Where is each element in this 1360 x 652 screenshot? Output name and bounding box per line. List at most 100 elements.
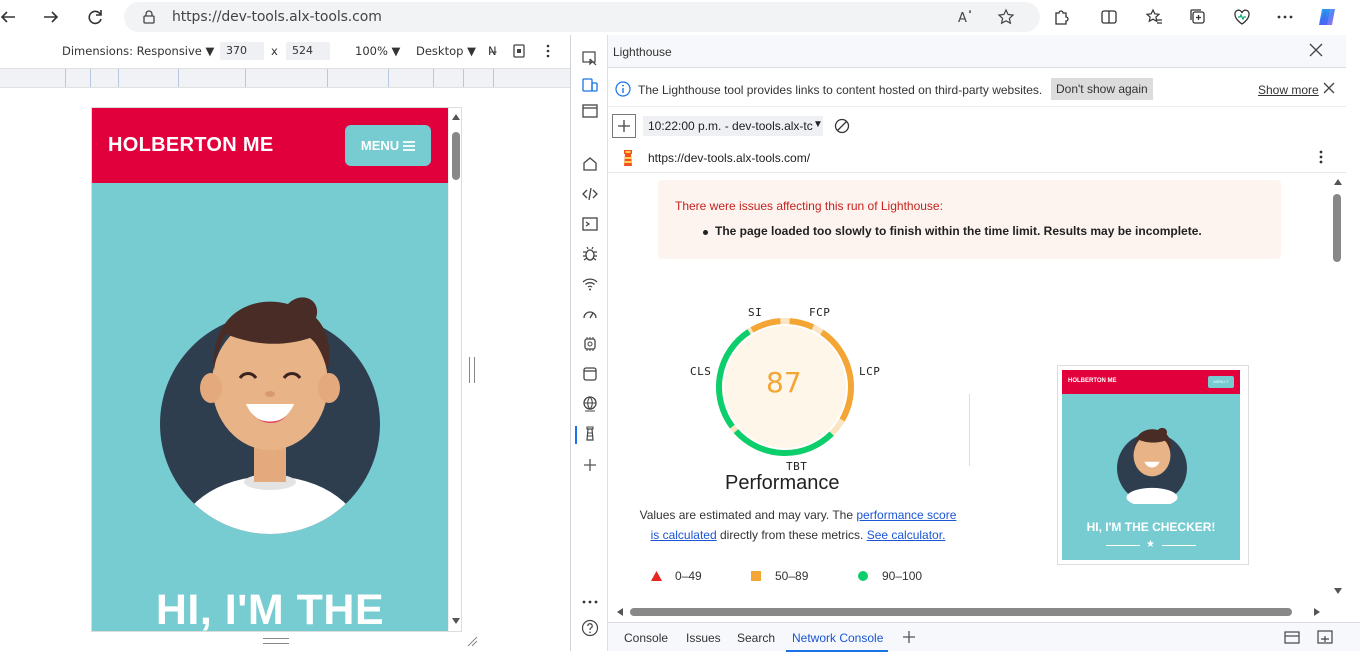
active-tool-indicator — [575, 426, 577, 444]
device-more-icon[interactable] — [541, 43, 555, 59]
width-input[interactable]: 370 — [220, 42, 264, 60]
favorites-icon[interactable] — [1140, 4, 1168, 30]
close-panel-icon[interactable] — [1309, 43, 1323, 57]
report-url: https://dev-tools.alx-tools.com/ — [648, 151, 811, 165]
emulated-page: HOLBERTON ME MENU HI, I'M THE — [91, 107, 462, 632]
resize-handle-right[interactable] — [469, 357, 475, 383]
address-bar[interactable]: https://dev-tools.alx-tools.com A — [124, 2, 1040, 32]
more-options-icon[interactable] — [1271, 4, 1299, 30]
tab-console[interactable]: Console — [624, 631, 668, 645]
read-aloud-icon[interactable]: A — [958, 9, 976, 25]
url-text[interactable]: https://dev-tools.alx-tools.com — [172, 9, 382, 25]
browser-essentials-icon[interactable] — [1228, 4, 1256, 30]
height-input[interactable]: 524 — [286, 42, 330, 60]
rotate-icon[interactable] — [512, 43, 526, 59]
network-wifi-icon[interactable] — [580, 274, 600, 294]
menu-label: MENU — [360, 138, 400, 153]
hero-heading: HI, I'M THE — [155, 586, 385, 632]
final-screenshot[interactable]: HOLBERTON ME MENU ≡ HI, I'M THE CHECKER!… — [1057, 365, 1249, 565]
scroll-right-icon[interactable] — [1314, 608, 1320, 616]
dock-drawer-icon[interactable] — [1284, 630, 1300, 644]
device-type-select[interactable]: Desktop ▼ — [416, 44, 476, 58]
scroll-thumb[interactable] — [1333, 194, 1341, 262]
tab-network-console[interactable]: Network Console — [792, 631, 883, 645]
scroll-left-icon[interactable] — [617, 608, 623, 616]
collapse-drawer-icon[interactable] — [1317, 630, 1333, 644]
dont-show-again-button[interactable]: Don't show again — [1051, 78, 1153, 100]
inspect-element-icon[interactable] — [580, 49, 600, 69]
performance-score-link[interactable]: performance score — [856, 508, 956, 522]
fail-triangle-icon — [651, 571, 662, 581]
forward-icon[interactable] — [37, 4, 65, 30]
is-calculated-link[interactable]: is calculated — [651, 528, 717, 542]
copilot-icon[interactable] — [1313, 4, 1341, 30]
page-scrollbar[interactable] — [448, 108, 461, 631]
scroll-up-icon[interactable] — [452, 114, 460, 120]
add-tool-icon[interactable] — [580, 455, 600, 475]
tab-search[interactable]: Search — [737, 631, 775, 645]
dimensions-select[interactable]: Dimensions: Responsive ▼ — [62, 44, 214, 58]
clear-reports-icon[interactable] — [834, 118, 850, 134]
device-type-label: Desktop — [416, 44, 464, 58]
favorite-star-icon[interactable] — [997, 8, 1015, 26]
refresh-icon[interactable] — [81, 4, 109, 30]
legend-label: 90–100 — [882, 569, 923, 583]
lock-icon[interactable] — [142, 10, 156, 24]
add-tab-icon[interactable] — [902, 630, 916, 644]
info-icon — [615, 81, 631, 97]
more-tools-icon[interactable] — [580, 592, 600, 612]
dimension-separator: x — [271, 44, 278, 58]
device-emulation-icon[interactable] — [580, 75, 600, 95]
back-icon[interactable] — [0, 4, 22, 30]
screenshot-avatar — [1117, 427, 1187, 504]
drawer-tabbar: Console Issues Search Network Console — [608, 622, 1360, 652]
sources-bug-icon[interactable] — [580, 244, 600, 264]
tab-issues[interactable]: Issues — [686, 631, 721, 645]
extensions-icon[interactable] — [1047, 4, 1075, 30]
memory-chip-icon[interactable] — [580, 334, 600, 354]
split-screen-icon[interactable] — [1095, 4, 1123, 30]
score-note-line1: Values are estimated and may vary. The p… — [628, 508, 968, 522]
legend-label: 50–89 — [775, 569, 809, 583]
show-more-link[interactable]: Show more — [1258, 83, 1319, 97]
home-icon[interactable] — [580, 154, 600, 174]
resize-corner-icon[interactable] — [466, 635, 478, 647]
new-report-button[interactable] — [612, 114, 636, 138]
scroll-up-icon[interactable] — [1334, 179, 1342, 185]
performance-icon[interactable] — [580, 304, 600, 324]
bullet — [703, 230, 708, 235]
divider — [1162, 545, 1196, 546]
page-brand: HOLBERTON ME — [108, 134, 274, 156]
note-text: directly from these metrics. — [716, 528, 867, 542]
average-square-icon — [751, 571, 761, 581]
console-icon[interactable] — [580, 214, 600, 234]
welcome-icon[interactable] — [580, 101, 600, 121]
elements-icon[interactable] — [580, 184, 600, 204]
throttling-select[interactable]: N̶ — [488, 44, 497, 58]
lighthouse-icon[interactable] — [580, 424, 600, 444]
report-menu-icon[interactable] — [1318, 149, 1324, 165]
hamburger-icon — [403, 140, 416, 151]
screenshot-page: HOLBERTON ME MENU ≡ HI, I'M THE CHECKER!… — [1062, 370, 1240, 560]
resize-handle-bottom[interactable] — [263, 638, 289, 644]
dropdown-caret-icon: ▼ — [205, 44, 215, 58]
scroll-down-icon[interactable] — [452, 618, 460, 624]
see-calculator-link[interactable]: See calculator. — [867, 528, 946, 542]
report-vertical-scrollbar[interactable] — [1331, 174, 1345, 604]
scroll-thumb[interactable] — [452, 132, 460, 180]
report-select[interactable]: 10:22:00 p.m. - dev-tools.alx-tc — [643, 116, 823, 136]
zoom-select[interactable]: 100% ▼ — [355, 44, 400, 58]
menu-button[interactable]: MENU — [345, 125, 431, 166]
run-warnings-box: There were issues affecting this run of … — [658, 180, 1281, 259]
collections-icon[interactable] — [1184, 4, 1212, 30]
lighthouse-toolbar: 10:22:00 p.m. - dev-tools.alx-tc ▼ — [608, 113, 1346, 141]
security-globe-icon[interactable] — [580, 394, 600, 414]
report-horizontal-scrollbar[interactable] — [608, 604, 1346, 620]
application-icon[interactable] — [580, 364, 600, 384]
help-icon[interactable] — [580, 618, 600, 638]
dropdown-caret-icon: ▼ — [813, 119, 823, 130]
close-info-icon[interactable] — [1323, 82, 1335, 94]
scroll-down-icon[interactable] — [1334, 588, 1342, 594]
zoom-label: 100% — [355, 44, 388, 58]
scroll-thumb[interactable] — [630, 608, 1292, 616]
